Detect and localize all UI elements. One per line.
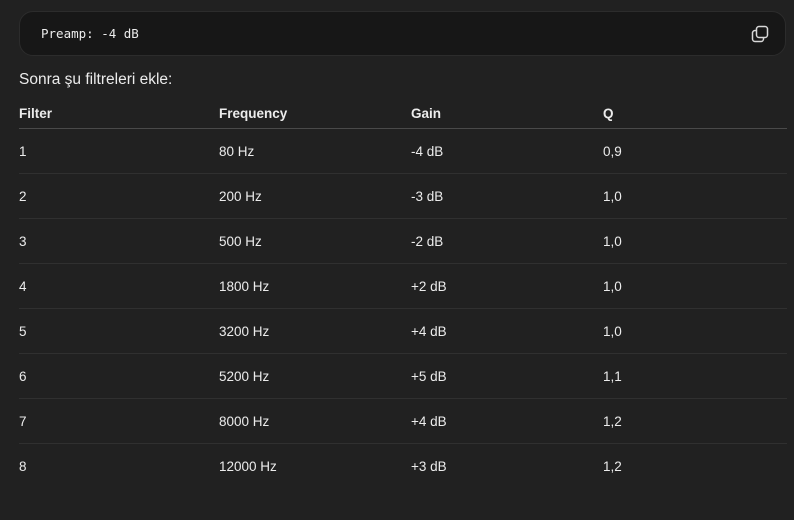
cell-q: 1,2 xyxy=(603,458,622,474)
cell-filter: 8 xyxy=(19,458,27,474)
header-q: Q xyxy=(603,99,787,129)
table-row: 8 12000 Hz +3 dB 1,2 xyxy=(19,444,787,489)
header-frequency: Frequency xyxy=(219,99,411,129)
table-row: 1 80 Hz -4 dB 0,9 xyxy=(19,128,787,174)
cell-frequency: 80 Hz xyxy=(219,128,411,174)
cell-filter: 6 xyxy=(19,353,219,399)
cell-q: 1,0 xyxy=(603,263,787,309)
cell-gain: +2 dB xyxy=(411,263,603,309)
cell-filter: 3 xyxy=(19,218,219,264)
cell-filter: 7 xyxy=(19,398,219,444)
cell-gain: -4 dB xyxy=(411,128,603,174)
intro-text: Sonra şu filtreleri ekle: xyxy=(19,71,173,88)
cell-filter: 1 xyxy=(19,128,219,174)
cell-frequency: 500 Hz xyxy=(219,218,411,264)
copy-button[interactable] xyxy=(750,24,770,44)
cell-gain: +5 dB xyxy=(411,353,603,399)
table-row: 4 1800 Hz +2 dB 1,0 xyxy=(19,263,787,309)
cell-gain: +4 dB xyxy=(411,308,603,354)
chat-message: Preamp: -4 dB Sonra şu filtreleri ekle: … xyxy=(0,0,794,520)
cell-filter: 4 xyxy=(19,263,219,309)
cell-frequency: 5200 Hz xyxy=(219,353,411,399)
table-row: 7 8000 Hz +4 dB 1,2 xyxy=(19,398,787,444)
header-filter: Filter xyxy=(19,99,219,129)
table-row: 3 500 Hz -2 dB 1,0 xyxy=(19,218,787,264)
cell-filter: 5 xyxy=(19,308,219,354)
cell-frequency: 3200 Hz xyxy=(219,308,411,354)
cell-q: 0,9 xyxy=(603,128,787,174)
cell-frequency: 12000 Hz xyxy=(219,458,277,474)
table-header-row: Filter Frequency Gain Q xyxy=(19,99,787,129)
cell-gain: -3 dB xyxy=(411,173,603,219)
code-text: Preamp: -4 dB xyxy=(41,26,139,41)
filter-table: Filter Frequency Gain Q 1 80 Hz -4 dB 0,… xyxy=(19,99,787,488)
cell-q: 1,0 xyxy=(603,173,787,219)
cell-frequency: 1800 Hz xyxy=(219,263,411,309)
copy-icon xyxy=(751,25,769,43)
header-gain: Gain xyxy=(411,99,603,129)
cell-q: 1,2 xyxy=(603,398,787,444)
cell-frequency: 8000 Hz xyxy=(219,398,411,444)
cell-gain: +3 dB xyxy=(411,458,447,474)
cell-filter: 2 xyxy=(19,173,219,219)
code-block: Preamp: -4 dB xyxy=(19,11,786,56)
cell-frequency: 200 Hz xyxy=(219,173,411,219)
table-row: 2 200 Hz -3 dB 1,0 xyxy=(19,173,787,219)
cell-q: 1,0 xyxy=(603,308,787,354)
cell-gain: -2 dB xyxy=(411,218,603,264)
table-row: 5 3200 Hz +4 dB 1,0 xyxy=(19,308,787,354)
cell-gain: +4 dB xyxy=(411,398,603,444)
cell-q: 1,0 xyxy=(603,218,787,264)
cell-q: 1,1 xyxy=(603,353,787,399)
table-row: 6 5200 Hz +5 dB 1,1 xyxy=(19,353,787,399)
